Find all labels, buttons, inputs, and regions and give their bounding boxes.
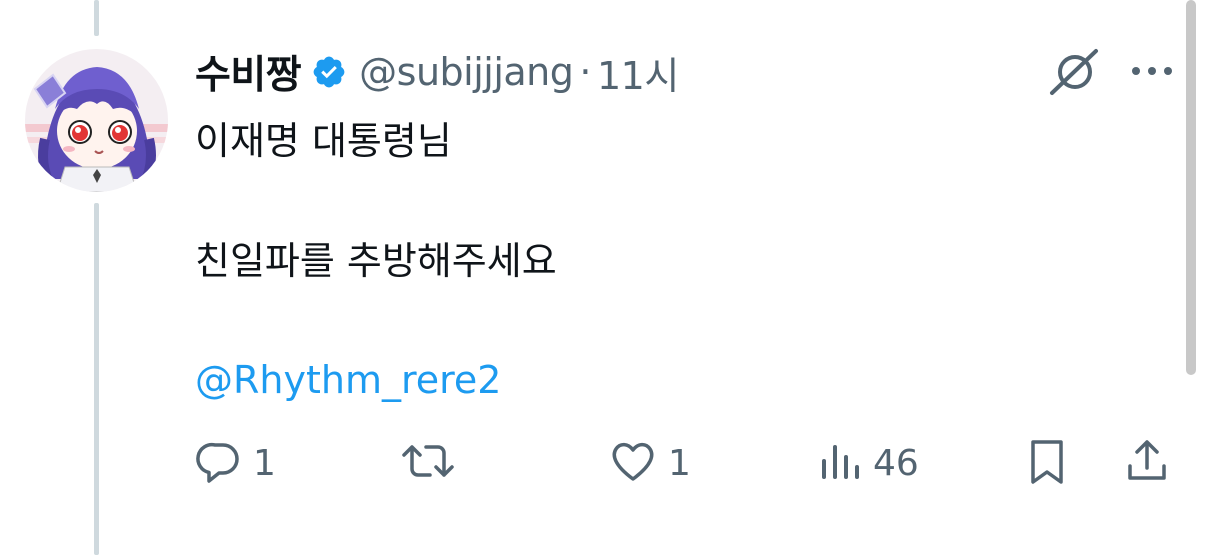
views-icon [819,437,863,489]
action-bar: 1 1 46 [195,433,1180,493]
separator-dot: · [579,50,591,94]
verified-badge-icon [311,54,347,90]
reply-count: 1 [253,442,276,484]
retweet-icon [398,437,458,489]
scrollbar[interactable] [1186,0,1196,375]
timestamp[interactable]: 11시 [597,45,679,100]
views-count: 46 [873,442,919,484]
reply-icon [195,437,243,489]
bookmark-icon [1023,436,1071,490]
avatar[interactable] [25,49,168,192]
display-name[interactable]: 수비짱 [195,44,302,100]
more-icon[interactable] [1127,56,1177,86]
reply-button[interactable]: 1 [195,433,276,493]
thread-line-top [94,0,99,36]
mention-link[interactable]: @Rhythm_rere2 [195,358,502,402]
avatar-illustration [25,49,168,192]
tweet-text-line-1: 이재명 대통령님 [195,119,452,163]
like-button[interactable]: 1 [608,433,691,493]
views-button[interactable]: 46 [819,433,919,493]
thread-line-bottom [94,203,99,555]
user-handle[interactable]: @subijjjang [359,50,574,94]
like-icon [608,437,658,489]
tweet-text-line-2: 친일파를 추방해주세요 [195,239,557,283]
like-count: 1 [668,442,691,484]
grok-icon[interactable] [1047,47,1103,97]
share-icon [1122,436,1172,490]
share-button[interactable] [1122,433,1172,493]
retweet-button[interactable] [398,433,468,493]
tweet-header: 수비짱 @subijjjang · 11시 [195,44,679,100]
bookmark-button[interactable] [1023,433,1071,493]
